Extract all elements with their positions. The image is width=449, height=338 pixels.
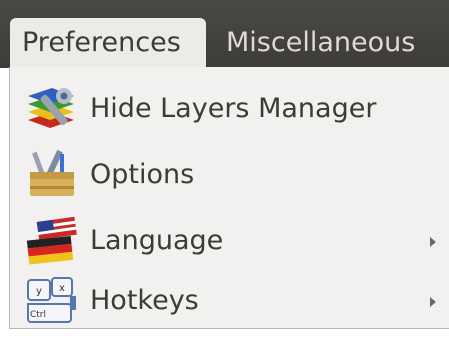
svg-text:y: y	[36, 286, 42, 297]
menu-item-language[interactable]: Language	[10, 209, 449, 273]
submenu-arrow-icon	[430, 297, 436, 307]
menu-miscellaneous[interactable]: Miscellaneous	[214, 18, 427, 68]
menu-item-label: Hotkeys	[90, 285, 199, 316]
flags-icon	[24, 216, 80, 266]
layers-wrench-icon	[24, 84, 80, 134]
menu-preferences[interactable]: Preferences	[10, 18, 206, 68]
menu-item-options[interactable]: Options	[10, 143, 449, 207]
svg-text:x: x	[59, 283, 65, 294]
menu-item-label: Language	[90, 225, 224, 256]
menu-item-label: Options	[90, 159, 195, 190]
svg-text:Ctrl: Ctrl	[30, 310, 46, 320]
preferences-dropdown: Hide Layers Manager Options Language y x…	[9, 67, 449, 329]
toolbox-icon	[24, 149, 80, 200]
keyboard-keys-icon: y x Ctrl	[24, 276, 80, 326]
menu-item-hotkeys[interactable]: y x Ctrl Hotkeys	[10, 269, 449, 333]
menubar: Preferences Miscellaneous	[0, 0, 449, 68]
menu-item-label: Hide Layers Manager	[90, 93, 377, 124]
menu-item-hide-layers-manager[interactable]: Hide Layers Manager	[10, 77, 449, 141]
submenu-arrow-icon	[430, 237, 436, 247]
